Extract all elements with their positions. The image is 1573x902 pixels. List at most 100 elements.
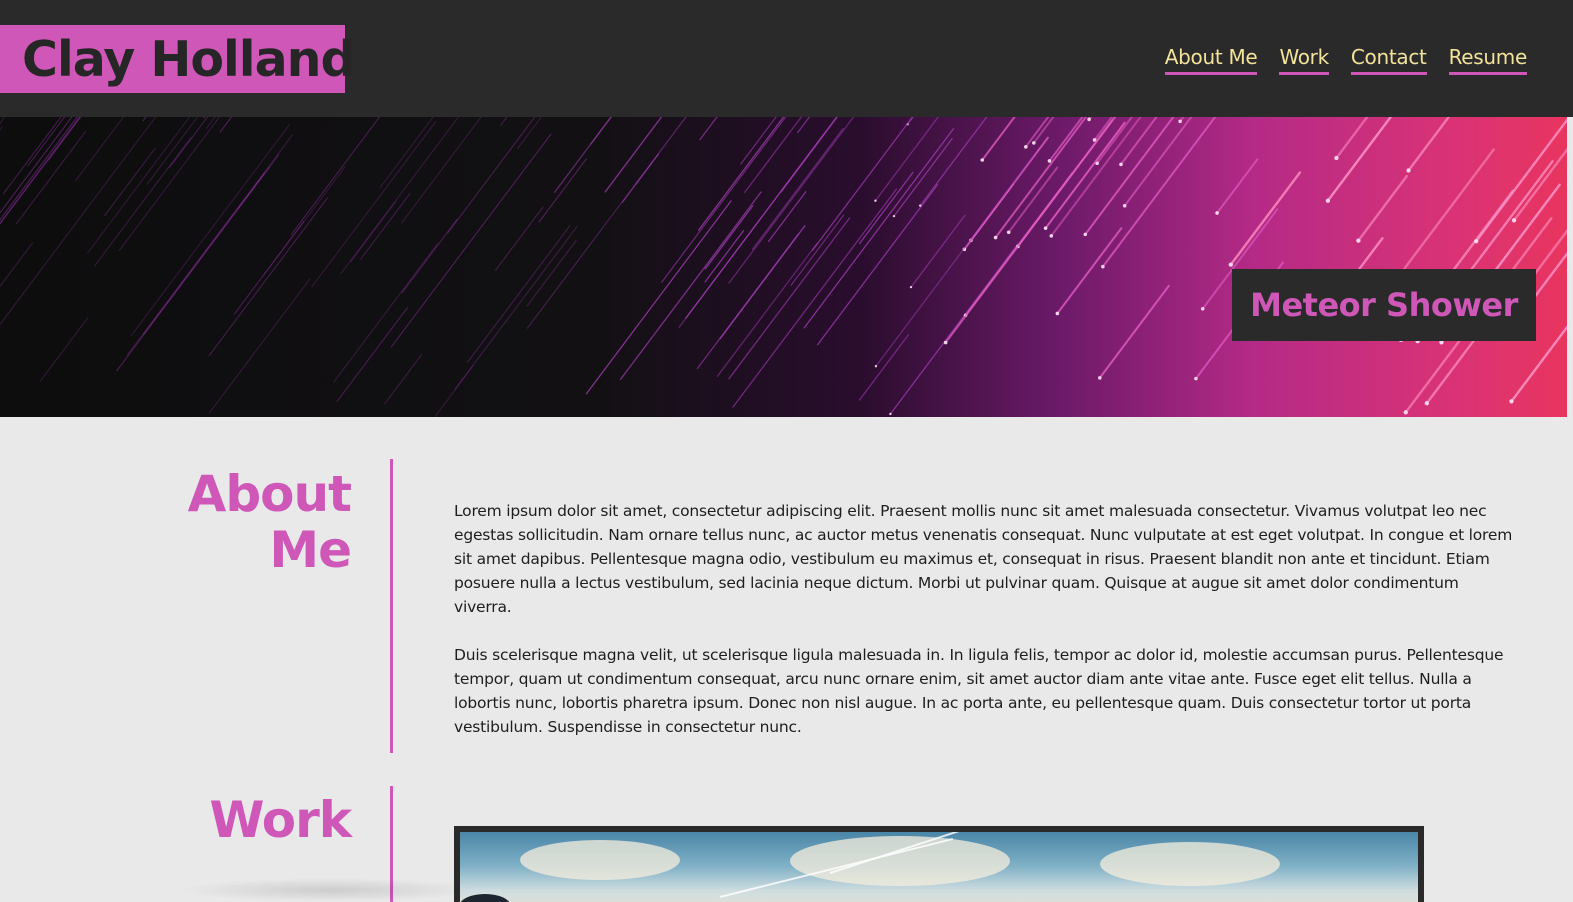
nav-link-contact[interactable]: Contact bbox=[1350, 44, 1427, 75]
meteor-streak bbox=[910, 214, 966, 288]
meteor-head bbox=[1101, 264, 1105, 269]
meteor-head bbox=[1119, 162, 1123, 167]
work-project-image bbox=[460, 832, 1418, 902]
meteor-streak bbox=[116, 166, 270, 372]
meteor-streak bbox=[719, 225, 806, 340]
meteor-head bbox=[1047, 159, 1052, 163]
site-logo-title[interactable]: Clay Holland bbox=[0, 25, 356, 93]
meteor-head bbox=[1024, 145, 1028, 149]
meteor-streak bbox=[209, 278, 311, 414]
meteor-head bbox=[1049, 234, 1054, 238]
meteor-streak bbox=[619, 191, 762, 380]
meteor-head bbox=[909, 285, 913, 289]
meteor-streak bbox=[0, 126, 3, 131]
meteor-head bbox=[1055, 311, 1060, 316]
about-body: Lorem ipsum dolor sit amet, consectetur … bbox=[454, 499, 1514, 763]
meteor-head bbox=[1043, 226, 1048, 230]
meteor-streak bbox=[875, 155, 1034, 367]
meteor-head bbox=[1215, 211, 1219, 215]
meteor-head bbox=[1356, 238, 1361, 243]
meteor-streak bbox=[434, 365, 474, 417]
meteor-head bbox=[1083, 232, 1088, 237]
meteor-streak bbox=[790, 214, 845, 286]
about-divider bbox=[390, 459, 393, 753]
meteor-head bbox=[1006, 230, 1011, 235]
main-nav: About Me Work Contact Resume bbox=[1164, 44, 1527, 75]
meteor-streak bbox=[379, 117, 434, 189]
meteor-streak bbox=[203, 117, 206, 119]
about-paragraph: Duis scelerisque magna velit, ut sceleri… bbox=[454, 646, 1504, 736]
site-header: Clay Holland About Me Work Contact Resum… bbox=[0, 0, 1573, 117]
meteor-streak bbox=[146, 117, 199, 185]
decorative-shadow bbox=[180, 878, 480, 902]
meteor-head bbox=[1325, 198, 1331, 203]
work-section-title: Work bbox=[209, 791, 352, 849]
nav-link-about-me[interactable]: About Me bbox=[1164, 44, 1258, 75]
about-title-line2: Me bbox=[269, 521, 352, 579]
meteor-head bbox=[1509, 399, 1514, 404]
meteor-streak bbox=[803, 128, 955, 329]
meteor-streak bbox=[716, 242, 818, 377]
meteor-streak bbox=[635, 117, 687, 185]
meteor-streak bbox=[817, 184, 939, 346]
meteor-streak bbox=[1512, 147, 1567, 222]
meteor-streak bbox=[1119, 117, 1158, 166]
meteor-streak bbox=[1088, 117, 1093, 121]
meteor-streak bbox=[401, 218, 458, 294]
meteor-head bbox=[874, 199, 877, 202]
meteor-streak bbox=[906, 117, 914, 125]
meteor-head bbox=[980, 158, 985, 162]
about-section-title: About Me bbox=[111, 465, 352, 579]
meteor-streak bbox=[728, 217, 851, 380]
meteor-streak bbox=[1216, 158, 1259, 214]
nav-link-work[interactable]: Work bbox=[1279, 44, 1329, 75]
meteor-streak bbox=[538, 158, 588, 223]
meteor-head bbox=[1194, 376, 1198, 381]
meteor-streak bbox=[47, 117, 82, 161]
nav-link-resume[interactable]: Resume bbox=[1448, 44, 1527, 75]
meteor-streak bbox=[104, 147, 156, 216]
meteor-head bbox=[892, 214, 896, 218]
page: Clay Holland About Me Work Contact Resum… bbox=[0, 0, 1573, 902]
meteor-streak bbox=[526, 172, 645, 329]
meteor-streak bbox=[1474, 118, 1567, 243]
meteor-streak bbox=[39, 316, 89, 382]
about-title-line1: About bbox=[187, 465, 352, 523]
meteor-streak bbox=[858, 334, 910, 401]
meteor-streak bbox=[447, 117, 536, 234]
meteor-streak bbox=[858, 171, 914, 245]
meteor-streak bbox=[1048, 117, 1084, 162]
meteor-streak bbox=[219, 117, 233, 133]
meteor-streak bbox=[87, 117, 191, 254]
meteor-head bbox=[918, 204, 922, 207]
meteor-streak bbox=[27, 117, 66, 166]
meteor-streak bbox=[1098, 284, 1170, 379]
meteor-streak bbox=[340, 117, 460, 275]
work-project-thumbnail[interactable] bbox=[454, 826, 1424, 902]
meteor-head bbox=[1122, 203, 1127, 208]
meteor-streak bbox=[384, 354, 423, 405]
about-paragraph: Lorem ipsum dolor sit amet, consectetur … bbox=[454, 502, 1513, 616]
meteor-streak bbox=[585, 200, 732, 395]
meteor-head bbox=[874, 365, 878, 368]
meteor-streak bbox=[454, 225, 578, 390]
meteor-streak bbox=[751, 127, 844, 250]
meteor-head bbox=[1178, 119, 1182, 124]
meteor-streak bbox=[1101, 117, 1217, 268]
meteor-streak bbox=[169, 117, 209, 168]
meteor-streak bbox=[1084, 117, 1175, 236]
meteor-streak bbox=[1056, 227, 1123, 315]
meteor-shower-image bbox=[0, 117, 1567, 417]
meteor-streak bbox=[0, 117, 82, 163]
meteor-head bbox=[1406, 168, 1411, 173]
meteor-streak bbox=[699, 117, 718, 141]
meteor-streak bbox=[390, 133, 552, 348]
meteor-streak bbox=[740, 117, 777, 165]
meteor-streak bbox=[1407, 117, 1451, 172]
hero-banner: Meteor Shower bbox=[0, 117, 1567, 417]
meteor-streak bbox=[118, 117, 221, 251]
meteor-head bbox=[1087, 117, 1091, 122]
meteor-streak bbox=[874, 117, 940, 202]
meteor-streak bbox=[311, 120, 437, 288]
meteor-head bbox=[1424, 401, 1430, 406]
